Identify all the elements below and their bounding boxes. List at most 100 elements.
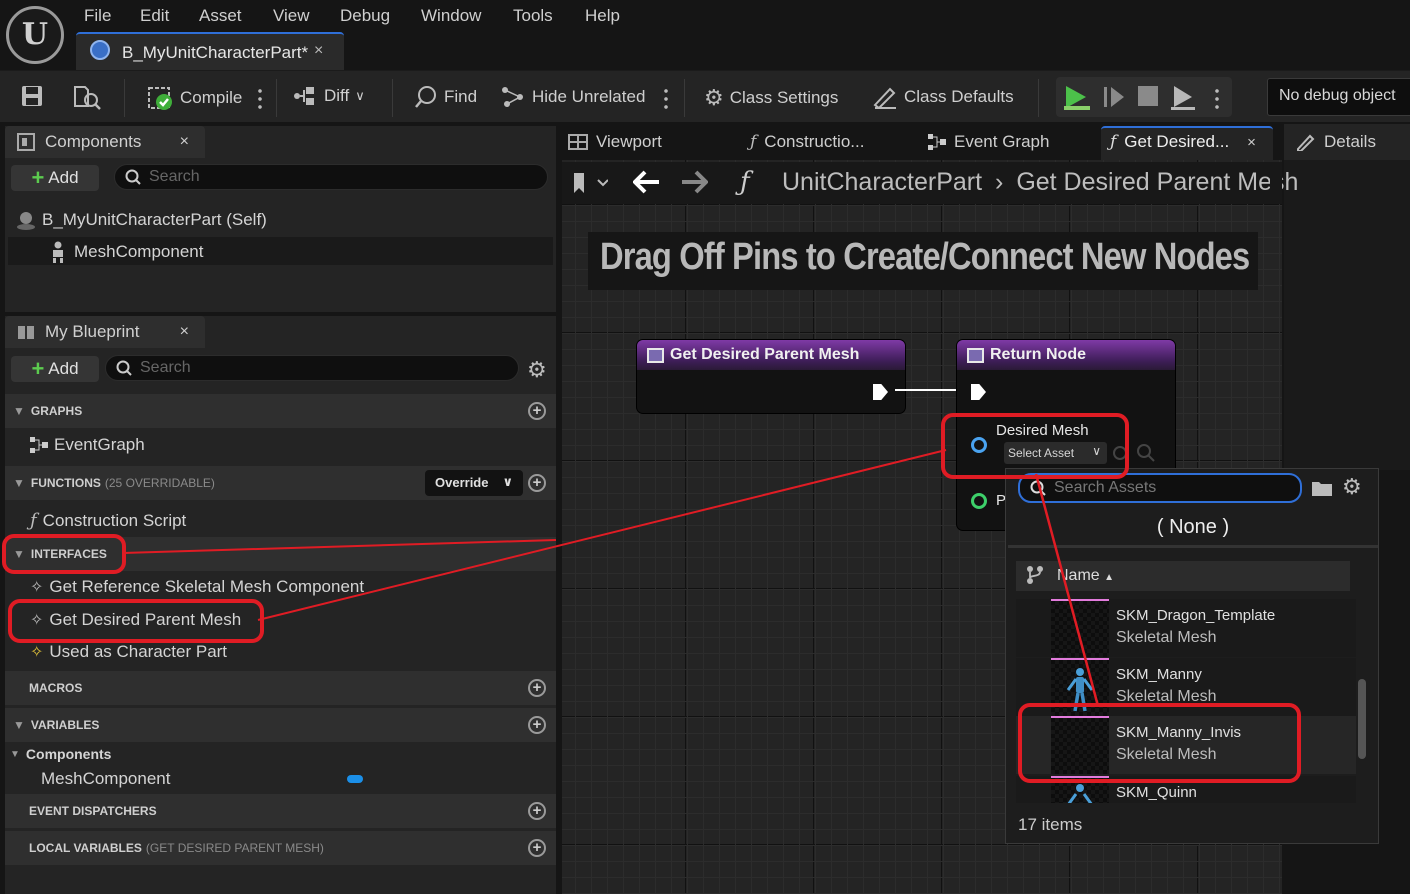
folder-icon[interactable] [1311,479,1333,502]
add-member-button[interactable]: + Add [11,356,99,382]
actor-icon [17,212,35,230]
eject-icon[interactable] [1170,83,1196,111]
search-placeholder: Search [149,168,200,185]
browse-search-icon[interactable] [1137,444,1155,467]
add-component-button[interactable]: + Add [11,165,99,191]
node-title: Get Desired Parent Mesh [670,346,860,363]
exec-out-pin[interactable] [873,384,888,400]
none-option[interactable]: ( None ) [1008,509,1378,545]
forward-arrow-icon[interactable] [680,170,709,199]
menu-view[interactable]: View [273,6,310,26]
add-local-variable-icon[interactable]: + [528,839,546,857]
collapse-arrow-icon: ▼ [13,476,25,490]
close-icon[interactable]: × [180,323,189,341]
component-tree-mesh[interactable]: MeshComponent [48,241,203,263]
hide-unrelated-icon [502,87,523,107]
close-icon[interactable]: × [1247,134,1256,151]
diff-button[interactable]: Diff ∨ [292,85,365,107]
back-arrow-icon[interactable] [632,170,661,199]
add-variable-icon[interactable]: + [528,716,546,734]
variables-category[interactable]: ▼ VARIABLES + [5,708,556,742]
add-dispatcher-icon[interactable]: + [528,802,546,820]
variable-item-meshcomponent[interactable]: MeshComponent [41,769,170,789]
chevron-down-icon: ∨ [502,474,513,489]
group-label: Components [25,746,112,762]
menu-help[interactable]: Help [585,6,620,26]
override-dropdown[interactable]: Override ∨ [425,470,523,496]
my-blueprint-tab[interactable]: My Blueprint × [5,316,205,348]
tab-details[interactable]: Details [1296,126,1376,158]
function-item-construction-script[interactable]: ƒ Construction Script [30,510,186,531]
local-variables-category[interactable]: LOCAL VARIABLES (GET DESIRED PARENT MESH… [5,831,556,865]
save-icon[interactable] [20,84,44,108]
toolbar: Compile Diff ∨ Find Hide Unrelated ⚙ Cla… [0,70,1410,122]
graph-item-eventgraph[interactable]: EventGraph [30,435,145,455]
name-column-header[interactable]: Name ▲ [1057,567,1114,585]
tab-construction-script[interactable]: ƒ Constructio... [750,126,864,158]
component-tree-self[interactable]: B_MyUnitCharacterPart (Self) [16,210,267,230]
interface-item-get-reference[interactable]: ✧ Get Reference Skeletal Mesh Component [30,577,364,597]
breadcrumb-current[interactable]: Get Desired Parent Mesh [1016,168,1298,196]
components-tab[interactable]: Components × [5,126,205,158]
browse-icon[interactable] [72,83,102,111]
event-dispatchers-category[interactable]: EVENT DISPATCHERS + [5,794,556,828]
tab-get-desired[interactable]: ƒ Get Desired... × [1110,126,1256,158]
tab-viewport[interactable]: Viewport [568,126,662,158]
stop-icon[interactable] [1138,86,1158,106]
add-macro-icon[interactable]: + [528,679,546,697]
gear-icon[interactable]: ⚙ [1342,474,1362,500]
second-pin-icon[interactable] [971,493,987,509]
debug-object-select[interactable]: No debug object [1267,78,1410,116]
bookmark-icon[interactable] [572,171,609,200]
menu-edit[interactable]: Edit [140,6,169,26]
class-defaults-label: Class Defaults [904,87,1014,106]
macros-category[interactable]: MACROS + [5,671,556,705]
add-graph-icon[interactable]: + [528,402,546,420]
menu-file[interactable]: File [84,6,111,26]
asset-item[interactable]: SKM_Dragon_Template Skeletal Mesh [1016,599,1356,657]
close-icon[interactable]: × [180,133,189,151]
my-blueprint-search-input[interactable]: Search [105,355,519,381]
variable-type-pill[interactable] [347,775,363,783]
close-icon[interactable]: × [314,42,323,60]
menu-debug[interactable]: Debug [340,6,390,26]
play-icon[interactable] [1062,83,1092,111]
unreal-logo-icon[interactable]: U [6,6,64,64]
graphs-category[interactable]: ▼ GRAPHS + [5,394,556,428]
hide-unrelated-button[interactable]: Hide Unrelated [500,85,645,109]
add-function-icon[interactable]: + [528,474,546,492]
diff-label: Diff [324,86,350,105]
compile-options-icon[interactable] [258,87,262,109]
compile-button[interactable]: Compile [148,85,242,111]
menu-window[interactable]: Window [421,6,481,26]
components-search-input[interactable]: Search [114,164,548,190]
variable-group-components[interactable]: ▼ Components [10,746,111,762]
banner-text: Drag Off Pins to Create/Connect New Node… [600,236,1250,278]
function-icon: ƒ [1110,132,1117,152]
functions-category[interactable]: ▼ FUNCTIONS (25 OVERRIDABLE) Override ∨ … [5,466,556,500]
class-settings-button[interactable]: ⚙ Class Settings [704,85,838,111]
menu-asset[interactable]: Asset [199,6,242,26]
interface-item-used-as-character-part[interactable]: ✧ Used as Character Part [30,642,227,662]
breadcrumb-separator: › [995,168,1004,196]
more-options-icon[interactable] [664,87,668,109]
entry-node[interactable]: Get Desired Parent Mesh [637,340,905,413]
step-icon[interactable] [1102,84,1126,110]
collapse-arrow-icon: ▼ [13,718,25,732]
breadcrumb-parent[interactable]: UnitCharacterPart [782,168,982,196]
search-icon [116,360,132,376]
node-header: Return Node [957,340,1175,370]
document-tab[interactable]: B_MyUnitCharacterPart* × [76,32,344,70]
menu-tools[interactable]: Tools [513,6,553,26]
class-defaults-button[interactable]: Class Defaults [872,85,1014,109]
find-button[interactable]: Find [414,85,477,109]
class-settings-label: Class Settings [729,88,839,107]
scrollbar-thumb[interactable] [1358,679,1366,759]
play-options-icon[interactable] [1215,87,1219,109]
document-title: B_MyUnitCharacterPart* [122,43,309,62]
settings-gear-icon[interactable]: ⚙ [527,357,547,383]
tab-event-graph[interactable]: Event Graph [928,126,1049,158]
viewport-icon [568,134,588,150]
source-tree-icon[interactable] [1026,565,1044,590]
exec-in-pin[interactable] [971,384,986,400]
